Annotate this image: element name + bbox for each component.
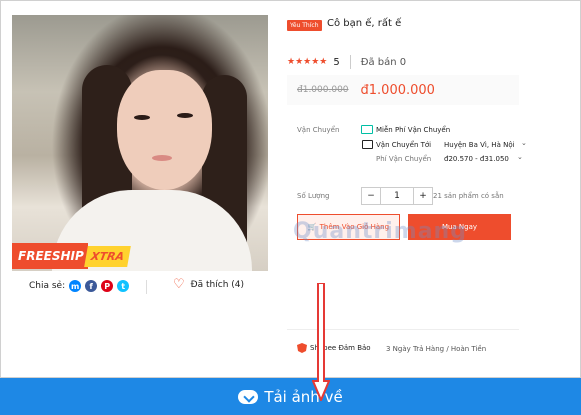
chevron-down-icon-fee[interactable]: ⌄ <box>517 153 523 161</box>
download-image-button[interactable]: Tải ảnh về <box>0 378 581 415</box>
share-section: Chia sẻ: m f P t <box>29 280 130 292</box>
product-title: Cô bạn ế, rất ế <box>327 18 402 29</box>
guarantee-section[interactable]: Shopee Đảm Bảo <box>297 343 371 353</box>
quantity-label: Số Lượng <box>297 192 330 200</box>
eye-right <box>177 113 193 118</box>
share-label: Chia sẻ: <box>29 281 66 291</box>
xtra-label: XTRA <box>83 245 131 267</box>
watermark-logo: Quantrimang <box>293 219 467 244</box>
shipping-fee-label: Phí Vận Chuyển <box>376 155 432 163</box>
quantity-stepper: − 1 + <box>361 187 433 205</box>
free-shipping-text: Miễn Phí Vận Chuyển <box>376 126 451 134</box>
product-page-frame: FREESHIP XTRA Chia sẻ: m f P t ♡ Đã thíc… <box>0 0 581 378</box>
red-arrow-annotation <box>312 283 330 401</box>
freeship-label: FREESHIP <box>12 243 88 269</box>
shipping-truck-icon <box>362 140 373 149</box>
current-price: đ1.000.000 <box>360 82 435 98</box>
cloud-download-icon <box>238 389 259 404</box>
rating-value[interactable]: 5 <box>333 57 339 68</box>
price-box: đ1.000.000 đ1.000.000 <box>287 75 519 105</box>
product-image[interactable] <box>12 15 268 271</box>
rating-divider <box>349 55 351 69</box>
old-price: đ1.000.000 <box>297 85 349 95</box>
free-shipping-truck-icon <box>361 125 373 134</box>
face-shape <box>117 70 212 190</box>
download-label: Tải ảnh về <box>264 387 343 406</box>
rating-stars-icon[interactable]: ★★★★★ <box>287 57 327 67</box>
facebook-icon[interactable]: f <box>85 280 98 292</box>
messenger-icon[interactable]: m <box>69 280 82 292</box>
rating-row: ★★★★★ 5 Đã bán 0 <box>287 55 406 69</box>
share-like-divider <box>146 280 147 294</box>
guarantee-detail: 3 Ngày Trả Hàng / Hoàn Tiền <box>386 345 487 353</box>
heart-icon: ♡ <box>173 277 185 292</box>
sold-count: Đã bán 0 <box>360 56 407 68</box>
shipping-fee-value[interactable]: đ20.570 - đ31.050 <box>444 155 509 163</box>
quantity-plus-button[interactable]: + <box>413 187 433 205</box>
quantity-input[interactable]: 1 <box>381 187 413 205</box>
eye-left <box>134 115 150 120</box>
quantity-minus-button[interactable]: − <box>361 187 381 205</box>
like-button[interactable]: ♡ Đã thích (4) <box>173 277 245 292</box>
favorite-tag: Yêu Thích <box>287 20 322 31</box>
lip-shape <box>152 155 172 161</box>
shield-icon <box>297 343 307 353</box>
freeship-xtra-badge: FREESHIP XTRA <box>12 241 131 271</box>
pinterest-icon[interactable]: P <box>101 280 114 292</box>
shipping-label: Vận Chuyển <box>297 126 340 134</box>
shipping-to-label: Vận Chuyển Tới <box>376 141 432 149</box>
chevron-down-icon[interactable]: ⌄ <box>521 139 527 147</box>
twitter-icon[interactable]: t <box>117 280 130 292</box>
like-label: Đã thích (4) <box>190 280 245 290</box>
shipping-to-value[interactable]: Huyện Ba Vì, Hà Nội <box>444 141 515 149</box>
stock-text: 21 sản phẩm có sẵn <box>433 192 504 200</box>
